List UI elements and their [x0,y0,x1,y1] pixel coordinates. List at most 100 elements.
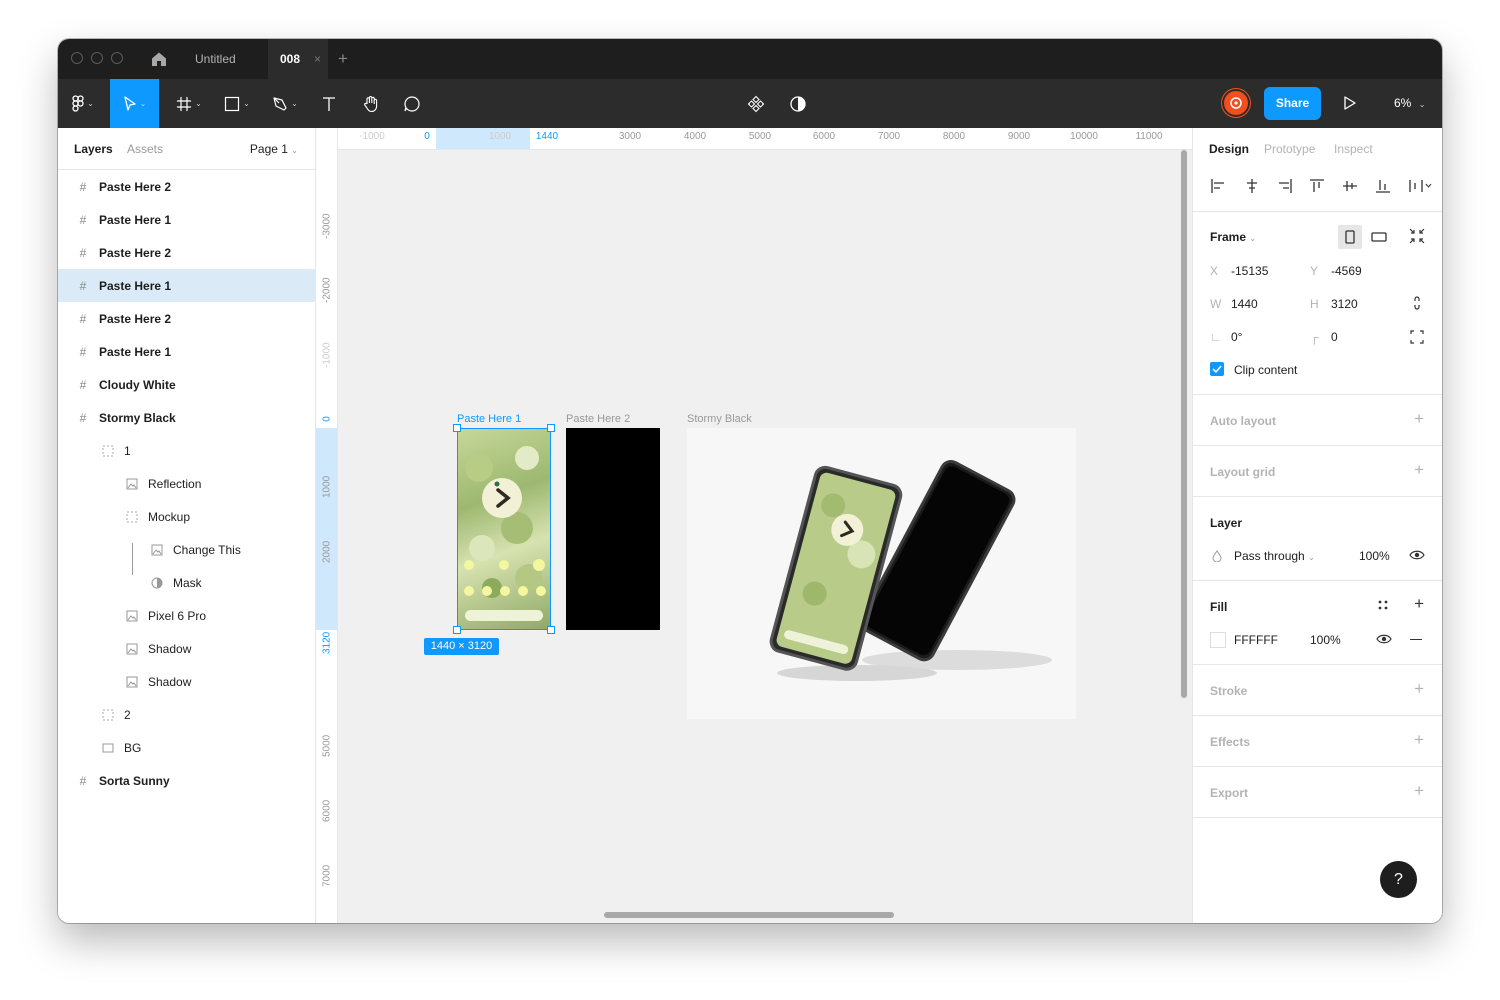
text-tool-button[interactable] [314,79,344,128]
help-button[interactable]: ? [1380,861,1417,898]
hand-tool-button[interactable] [356,79,386,128]
layer-row[interactable]: Change This [58,533,316,566]
close-tab-icon[interactable]: × [314,39,321,79]
layer-row[interactable]: # Stormy Black [58,401,316,434]
frame-paste-here-2[interactable] [566,428,660,630]
frame-section-title[interactable]: Frame ⌄ [1210,230,1256,244]
align-top-icon[interactable] [1309,178,1325,194]
clip-content-label[interactable]: Clip content [1234,363,1297,377]
resize-to-fit-icon[interactable] [1408,227,1426,245]
independent-corners-icon[interactable] [1410,330,1424,344]
user-avatar[interactable] [1224,91,1248,115]
layer-row[interactable]: Mask [58,566,316,599]
frame-label[interactable]: Paste Here 2 [566,413,630,425]
fill-hex-input[interactable]: FFFFFF [1234,633,1278,647]
layer-row[interactable]: # Paste Here 1 [58,335,316,368]
eye-icon[interactable] [1409,549,1425,561]
layer-row[interactable]: Shadow [58,665,316,698]
frame-label[interactable]: Paste Here 1 [457,413,521,425]
tab-prototype[interactable]: Prototype [1264,142,1315,156]
remove-fill-icon[interactable] [1410,639,1422,640]
align-horizontal-center-icon[interactable] [1244,178,1260,194]
tab-untitled[interactable]: Untitled [195,39,236,79]
align-vertical-center-icon[interactable] [1342,178,1358,194]
tab-design[interactable]: Design [1209,142,1249,156]
add-layout-grid-icon[interactable]: + [1414,460,1424,480]
layer-row-selected[interactable]: # Paste Here 1 [58,269,316,302]
blend-mode-dropdown[interactable]: Pass through ⌄ [1234,549,1315,563]
height-field[interactable]: H 3120 [1310,297,1358,311]
add-export-icon[interactable]: + [1414,781,1424,801]
distribute-icon[interactable] [1408,178,1432,194]
layer-opacity-field[interactable]: 100% [1359,549,1390,563]
home-icon[interactable] [151,51,167,67]
canvas[interactable]: -1000 0 1000 1440 3000 4000 5000 6000 70… [316,128,1192,923]
layer-row[interactable]: Shadow [58,632,316,665]
text-icon [323,96,335,111]
vertical-scrollbar[interactable] [1181,150,1187,698]
frame-stormy-black[interactable] [687,428,1076,719]
frame-paste-here-1[interactable] [457,428,551,630]
layer-row[interactable]: Mockup [58,500,316,533]
layer-row[interactable]: # Paste Here 2 [58,170,316,203]
window-controls [71,52,123,64]
corner-radius-field[interactable]: ┌ 0 [1310,330,1338,344]
tab-assets[interactable]: Assets [127,142,163,156]
horizontal-scrollbar[interactable] [604,912,894,918]
add-effect-icon[interactable]: + [1414,730,1424,750]
frame-label[interactable]: Stormy Black [687,413,752,425]
clip-content-checkbox[interactable] [1210,362,1224,376]
layer-row[interactable]: # Sorta Sunny [58,764,316,797]
main-menu-button[interactable]: ⌄ [58,79,108,128]
align-right-icon[interactable] [1277,178,1293,194]
styles-grid-icon[interactable] [1377,599,1389,611]
constrain-proportions-icon[interactable] [1411,295,1423,311]
layer-row[interactable]: # Paste Here 1 [58,203,316,236]
align-bottom-icon[interactable] [1375,178,1391,194]
frame-tool-button[interactable]: ⌄ [168,79,210,128]
eye-icon[interactable] [1376,633,1392,645]
rotation-field[interactable]: ∟ 0° [1210,330,1242,344]
new-tab-button[interactable]: + [338,39,348,79]
selection-handle[interactable] [547,424,555,432]
portrait-toggle[interactable] [1338,225,1362,249]
mask-button[interactable] [784,79,812,128]
tab-active[interactable]: 008 × [268,39,328,79]
layer-row[interactable]: # Paste Here 2 [58,236,316,269]
layer-label: Paste Here 1 [99,344,172,359]
present-button[interactable] [1343,95,1357,114]
shape-tool-button[interactable]: ⌄ [216,79,258,128]
move-tool-button[interactable]: ⌄ [110,79,159,128]
fill-opacity-field[interactable]: 100% [1310,633,1341,647]
layer-row[interactable]: Pixel 6 Pro [58,599,316,632]
tab-layers[interactable]: Layers [74,142,113,156]
add-fill-icon[interactable]: + [1414,594,1424,614]
selection-handle[interactable] [453,626,461,634]
tab-inspect[interactable]: Inspect [1334,142,1373,156]
layer-row[interactable]: BG [58,731,316,764]
y-field[interactable]: Y -4569 [1310,264,1362,278]
zoom-window-button[interactable] [111,52,123,64]
layer-row[interactable]: 1 [58,434,316,467]
selection-handle[interactable] [547,626,555,634]
layer-row[interactable]: # Cloudy White [58,368,316,401]
comment-tool-button[interactable] [397,79,427,128]
add-auto-layout-icon[interactable]: + [1414,409,1424,429]
add-stroke-icon[interactable]: + [1414,679,1424,699]
selection-handle[interactable] [453,424,461,432]
zoom-dropdown[interactable]: 6% ⌄ [1394,79,1425,128]
minimize-window-button[interactable] [91,52,103,64]
fill-swatch[interactable] [1210,632,1226,648]
page-selector[interactable]: Page 1 ⌄ [250,142,298,156]
align-left-icon[interactable] [1210,178,1226,194]
share-button[interactable]: Share [1264,87,1321,120]
layer-row[interactable]: Reflection [58,467,316,500]
landscape-icon[interactable] [1367,225,1391,249]
pen-tool-button[interactable]: ⌄ [264,79,306,128]
width-field[interactable]: W 1440 [1210,297,1258,311]
layer-row[interactable]: 2 [58,698,316,731]
x-field[interactable]: X -15135 [1210,264,1268,278]
close-window-button[interactable] [71,52,83,64]
layer-row[interactable]: # Paste Here 2 [58,302,316,335]
components-button[interactable] [742,79,770,128]
